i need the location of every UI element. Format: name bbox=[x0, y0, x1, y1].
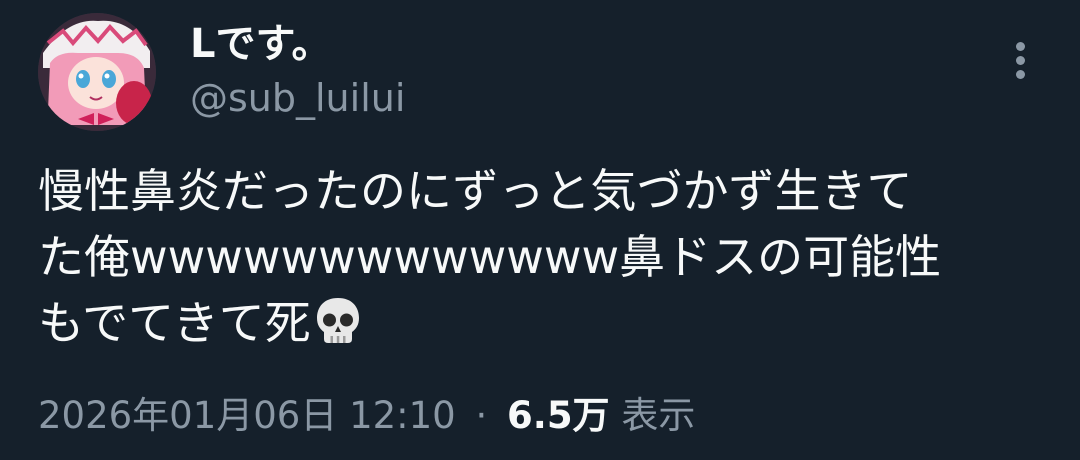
more-dots-icon bbox=[1016, 70, 1025, 79]
tweet-text-line: もでてきて死 bbox=[38, 296, 311, 350]
skull-icon bbox=[316, 298, 359, 343]
meta-separator: · bbox=[475, 394, 488, 437]
views-label: 表示 bbox=[621, 394, 696, 437]
avatar-image bbox=[38, 13, 156, 131]
author-display-name[interactable]: Lです。 bbox=[190, 16, 332, 72]
tweet-text-line-last: もでてきて死 bbox=[38, 290, 1038, 356]
tweet-text-line: た俺wwwwwwwwwwwww鼻ドスの可能性 bbox=[38, 230, 942, 284]
tweet-meta: 2026年01月06日 12:10 · 6.5万 表示 bbox=[38, 388, 695, 444]
more-options-button[interactable] bbox=[1002, 38, 1038, 84]
tweet-text: 慢性鼻炎だったのにずっと気づかず生きて た俺wwwwwwwwwwwww鼻ドスの可… bbox=[38, 158, 1038, 356]
views-count: 6.5万 bbox=[507, 394, 610, 437]
more-dots-icon bbox=[1016, 56, 1025, 65]
author-handle[interactable]: @sub_luilui bbox=[190, 70, 405, 126]
tweet-timestamp[interactable]: 2026年01月06日 12:10 bbox=[38, 394, 456, 437]
more-dots-icon bbox=[1016, 42, 1025, 51]
avatar[interactable] bbox=[38, 13, 156, 131]
tweet-text-line: 慢性鼻炎だったのにずっと気づかず生きて bbox=[38, 164, 913, 218]
